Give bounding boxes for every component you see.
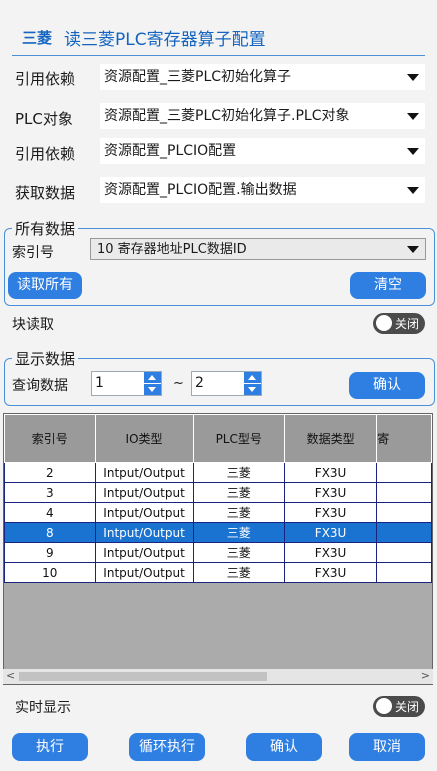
cell-data-type: FX3U — [283, 482, 378, 503]
header-divider — [12, 55, 425, 56]
plc-object-select[interactable]: 资源配置_三菱PLC初始化算子.PLC对象 — [100, 103, 425, 129]
table-row[interactable]: 3 Intput/Output 三菱 FX3U — [4, 482, 432, 503]
table-row[interactable]: 9 Intput/Output 三菱 FX3U — [4, 542, 432, 563]
plc-object-select-value: 资源配置_三菱PLC初始化算子.PLC对象 — [104, 108, 350, 124]
column-header-data-type[interactable]: 数据类型 — [283, 414, 378, 463]
block-read-toggle-label: 关闭 — [395, 317, 420, 331]
data-grid[interactable]: 索引号 IO类型 PLC型号 数据类型 寄 2 Intput/Output 三菱… — [3, 413, 433, 685]
spin-up-icon[interactable] — [244, 372, 261, 383]
read-all-button[interactable]: 读取所有 — [8, 272, 82, 299]
scroll-left-icon[interactable]: < — [6, 669, 15, 682]
dependency-select[interactable]: 资源配置_三菱PLC初始化算子 — [100, 64, 425, 90]
cell-io-type: Intput/Output — [94, 522, 194, 543]
dependency-io-label: 引用依赖 — [15, 145, 76, 163]
cell-index: 3 — [4, 482, 96, 503]
cell-data-type: FX3U — [283, 562, 378, 583]
cell-data-type: FX3U — [283, 502, 378, 523]
cell-plc-model: 三菱 — [192, 542, 285, 563]
cell-io-type: Intput/Output — [94, 502, 194, 523]
block-read-label: 块读取 — [12, 317, 54, 333]
table-row[interactable]: 2 Intput/Output 三菱 FX3U — [4, 462, 432, 483]
confirm-button[interactable]: 确认 — [246, 733, 322, 761]
table-row[interactable]: 10 Intput/Output 三菱 FX3U — [4, 562, 432, 583]
cell-io-type: Intput/Output — [94, 562, 194, 583]
brand-label: 三菱 — [22, 29, 53, 47]
spin-down-icon[interactable] — [244, 384, 261, 395]
all-data-title: 所有数据 — [12, 218, 79, 239]
block-read-toggle[interactable]: 关闭 — [373, 313, 425, 334]
execute-button[interactable]: 执行 — [12, 733, 88, 761]
realtime-toggle-label: 关闭 — [395, 700, 420, 714]
scrollbar-thumb[interactable] — [19, 672, 267, 681]
column-header-register[interactable]: 寄 — [376, 414, 432, 463]
get-data-label: 获取数据 — [15, 184, 76, 202]
spin-down-icon[interactable] — [144, 384, 161, 395]
toggle-knob — [376, 315, 392, 331]
index-select-value: 10 寄存器地址PLC数据ID — [97, 242, 247, 257]
cell-register — [376, 482, 432, 503]
data-table: 索引号 IO类型 PLC型号 数据类型 寄 2 Intput/Output 三菱… — [4, 414, 432, 583]
cell-io-type: Intput/Output — [94, 462, 194, 483]
chevron-down-icon — [407, 74, 419, 81]
query-to-value: 2 — [195, 375, 204, 391]
dependency-label: 引用依赖 — [15, 70, 76, 88]
cell-data-type: FX3U — [283, 462, 378, 483]
index-label: 索引号 — [12, 245, 54, 261]
chevron-down-icon — [407, 187, 419, 194]
query-from-spinner[interactable]: 1 — [91, 371, 162, 396]
chevron-down-icon — [407, 246, 419, 253]
query-from-value: 1 — [95, 375, 104, 391]
spin-up-icon[interactable] — [144, 372, 161, 383]
cell-register — [376, 502, 432, 523]
column-header-index[interactable]: 索引号 — [4, 414, 96, 463]
column-header-plc-model[interactable]: PLC型号 — [192, 414, 285, 463]
loop-execute-button[interactable]: 循环执行 — [129, 733, 205, 761]
cell-data-type: FX3U — [283, 542, 378, 563]
horizontal-scrollbar[interactable]: < > — [3, 669, 433, 684]
column-header-io-type[interactable]: IO类型 — [94, 414, 194, 463]
plc-object-label: PLC对象 — [15, 110, 73, 128]
query-label: 查询数据 — [12, 378, 68, 394]
range-separator: ~ — [173, 376, 184, 391]
cell-plc-model: 三菱 — [192, 482, 285, 503]
scroll-right-icon[interactable]: > — [421, 669, 430, 682]
get-data-select-value: 资源配置_PLCIO配置.输出数据 — [104, 182, 297, 198]
index-select[interactable]: 10 寄存器地址PLC数据ID — [90, 238, 426, 260]
get-data-select[interactable]: 资源配置_PLCIO配置.输出数据 — [100, 177, 425, 203]
dependency-select-value: 资源配置_三菱PLC初始化算子 — [104, 69, 292, 85]
cell-register — [376, 562, 432, 583]
query-confirm-button[interactable]: 确认 — [349, 372, 425, 399]
clear-button[interactable]: 清空 — [350, 272, 426, 299]
chevron-down-icon — [407, 148, 419, 155]
cell-index: 2 — [4, 462, 96, 483]
chevron-down-icon — [407, 113, 419, 120]
cancel-button[interactable]: 取消 — [349, 733, 425, 761]
cell-plc-model: 三菱 — [192, 522, 285, 543]
realtime-label: 实时显示 — [15, 700, 71, 716]
table-row-selected[interactable]: 8 Intput/Output 三菱 FX3U — [4, 522, 432, 543]
cell-register — [376, 522, 432, 543]
query-to-spinner[interactable]: 2 — [191, 371, 262, 396]
cell-plc-model: 三菱 — [192, 562, 285, 583]
cell-register — [376, 542, 432, 563]
cell-index: 9 — [4, 542, 96, 563]
realtime-toggle[interactable]: 关闭 — [373, 696, 425, 717]
cell-index: 10 — [4, 562, 96, 583]
page-title: 读三菱PLC寄存器算子配置 — [64, 30, 266, 50]
dependency-io-select-value: 资源配置_PLCIO配置 — [104, 143, 237, 159]
cell-index: 4 — [4, 502, 96, 523]
display-data-title: 显示数据 — [12, 348, 79, 369]
cell-register — [376, 462, 432, 483]
cell-plc-model: 三菱 — [192, 502, 285, 523]
cell-io-type: Intput/Output — [94, 542, 194, 563]
cell-index: 8 — [4, 522, 96, 543]
toggle-knob — [376, 698, 392, 714]
cell-io-type: Intput/Output — [94, 482, 194, 503]
dependency-io-select[interactable]: 资源配置_PLCIO配置 — [100, 138, 425, 164]
table-row[interactable]: 4 Intput/Output 三菱 FX3U — [4, 502, 432, 523]
cell-data-type: FX3U — [283, 522, 378, 543]
cell-plc-model: 三菱 — [192, 462, 285, 483]
